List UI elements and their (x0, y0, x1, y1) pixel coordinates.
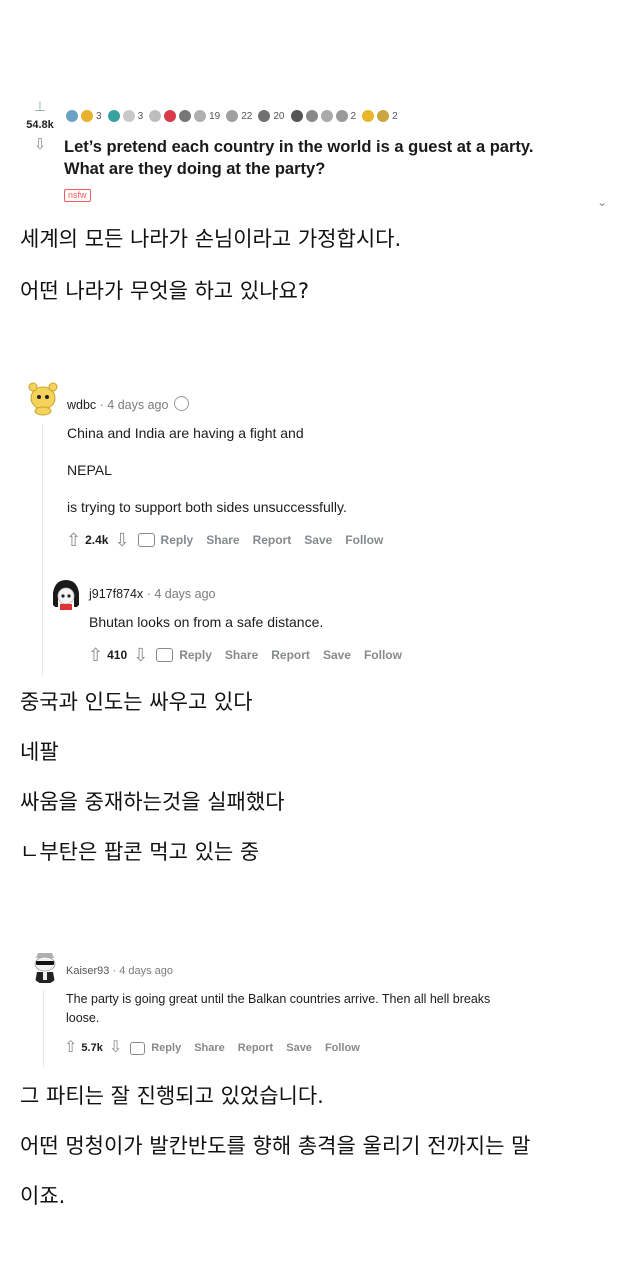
thread-line-3[interactable] (43, 990, 44, 1068)
comment-1-line-1: China and India are having a fight and (67, 425, 304, 441)
share-button[interactable]: Share (206, 533, 239, 547)
award-gold-icon (81, 110, 93, 122)
caption-7: 그 파티는 잘 진행되고 있었습니다. (20, 1084, 324, 1108)
snoo-avatar-icon (49, 577, 83, 611)
award-count: 3 (96, 110, 102, 122)
upvote-icon[interactable]: ⇧ (64, 1040, 77, 1056)
reply-button[interactable]: Reply (151, 1042, 181, 1054)
award-laugh-icon (226, 110, 239, 122)
post-title-line-1: Let’s pretend each country in the world … (64, 138, 534, 156)
caption-8: 어떤 멍청이가 발칸반도를 향해 총격을 울리기 전까지는 말 (20, 1134, 531, 1158)
award-count: 20 (273, 110, 285, 122)
caption-9: 이죠. (20, 1184, 66, 1208)
awards-row[interactable]: 3 3 19 22 20 2 2 (66, 108, 401, 124)
comment-2-actions: ⇧ 410 ⇩ Reply Share Report Save Follow (88, 646, 415, 664)
avatar-wdbc[interactable] (24, 378, 62, 416)
follow-button[interactable]: Follow (325, 1042, 360, 1054)
nsfw-tag: nsfw (64, 189, 91, 202)
reply-bubble-icon (130, 1041, 146, 1055)
save-button[interactable]: Save (323, 648, 351, 662)
comment-1-username[interactable]: wdbc (67, 398, 96, 412)
comment-2-username[interactable]: j917f874x (89, 587, 143, 601)
award-arrow-icon (179, 110, 192, 122)
downvote-icon[interactable]: ⇩ (133, 646, 148, 664)
save-button[interactable]: Save (286, 1042, 312, 1054)
comment-3-score: 5.7k (81, 1042, 103, 1054)
award-coin-icon (258, 110, 271, 122)
award-silver-icon (66, 110, 78, 122)
caption-4: 네팔 (20, 740, 59, 764)
report-button[interactable]: Report (238, 1042, 273, 1054)
reply-button[interactable]: Reply (161, 533, 194, 547)
reply-bubble-icon (137, 533, 155, 547)
post-title[interactable]: Let’s pretend each country in the world … (64, 136, 604, 180)
comment-2-score: 410 (107, 648, 128, 662)
comment-3-text: The party is going great until the Balka… (66, 990, 490, 1028)
award-wholesome-icon (107, 110, 120, 122)
share-button[interactable]: Share (194, 1042, 225, 1054)
comment-2-text: Bhutan looks on from a safe distance. (89, 614, 324, 630)
comment-1-line-2: NEPAL (67, 462, 112, 478)
award-count: 3 (137, 110, 144, 122)
award-gold-face-icon (362, 110, 375, 122)
caption-6: ㄴ부탄은 팝콘 먹고 있는 중 (20, 840, 260, 864)
award-rocket-icon (335, 110, 348, 122)
comment-1-time: · 4 days ago (99, 398, 169, 412)
comment-2-meta: j917f874x · 4 days ago (89, 587, 216, 601)
post-vote-column: ⊥ 54.8k ⇩ (20, 100, 60, 153)
award-thumb-icon (320, 110, 333, 122)
snoo-avatar-icon (24, 378, 62, 416)
thread-line-1[interactable] (42, 425, 43, 675)
post-title-line-2: What are they doing at the party? (64, 160, 326, 178)
caption-5: 싸움을 중재하는것을 실패했다 (20, 790, 285, 814)
award-plane-icon (149, 110, 162, 122)
award-laugh-icon (173, 396, 189, 411)
award-hand-icon (122, 110, 135, 122)
comment-3-actions: ⇧ 5.7k ⇩ Reply Share Report Save Follow (64, 1040, 373, 1056)
snoo-avatar-icon (30, 950, 60, 984)
caption-2: 어떤 나라가 무엇을 하고 있나요? (20, 279, 310, 303)
follow-button[interactable]: Follow (364, 648, 402, 662)
post-score: 54.8k (26, 119, 54, 131)
downvote-icon[interactable]: ⇩ (20, 135, 60, 153)
upvote-icon[interactable]: ⇧ (88, 646, 103, 664)
save-button[interactable]: Save (304, 533, 332, 547)
reply-bubble-icon (156, 648, 174, 662)
award-face-icon (290, 110, 303, 122)
avatar-kaiser93[interactable] (30, 950, 60, 984)
post-header: ⊥ 54.8k ⇩ 3 3 19 22 20 2 2 Let’s pretend each … (0, 95, 640, 210)
comment-3-line-2: loose. (66, 1011, 100, 1025)
caption-1: 세계의 모든 나라가 손님이라고 가정합시다. (20, 227, 402, 251)
downvote-icon[interactable]: ⇩ (109, 1040, 122, 1056)
comment-2-time: · 4 days ago (146, 587, 216, 601)
comment-1-meta: wdbc · 4 days ago (67, 396, 189, 412)
downvote-icon[interactable]: ⇩ (114, 531, 129, 549)
award-heart-icon (164, 110, 177, 122)
award-helpful-icon (194, 110, 207, 122)
comment-1-actions: ⇧ 2.4k ⇩ Reply Share Report Save Follow (66, 531, 396, 549)
follow-button[interactable]: Follow (345, 533, 383, 547)
report-button[interactable]: Report (271, 648, 310, 662)
share-button[interactable]: Share (225, 648, 258, 662)
caption-3: 중국과 인도는 싸우고 있다 (20, 690, 253, 714)
award-party-icon (305, 110, 318, 122)
report-button[interactable]: Report (253, 533, 292, 547)
comment-3-username[interactable]: Kaiser93 (66, 965, 109, 977)
award-platinum-icon (377, 110, 390, 122)
comment-3-time: · 4 days ago (112, 965, 174, 977)
award-count: 22 (241, 110, 253, 122)
more-options-icon[interactable]: ⌄ (597, 195, 607, 209)
comment-3-meta: Kaiser93 · 4 days ago (66, 965, 173, 977)
comment-1-score: 2.4k (85, 533, 109, 547)
award-count: 19 (209, 110, 221, 122)
reply-button[interactable]: Reply (179, 648, 212, 662)
upvote-icon[interactable]: ⊥ (20, 100, 60, 114)
award-count: 2 (350, 110, 357, 122)
comment-1-line-3: is trying to support both sides unsucces… (67, 499, 347, 515)
upvote-icon[interactable]: ⇧ (66, 531, 81, 549)
avatar-j917f874x[interactable] (49, 577, 83, 611)
award-count: 2 (392, 110, 398, 122)
comment-3-line-1: The party is going great until the Balka… (66, 992, 491, 1006)
